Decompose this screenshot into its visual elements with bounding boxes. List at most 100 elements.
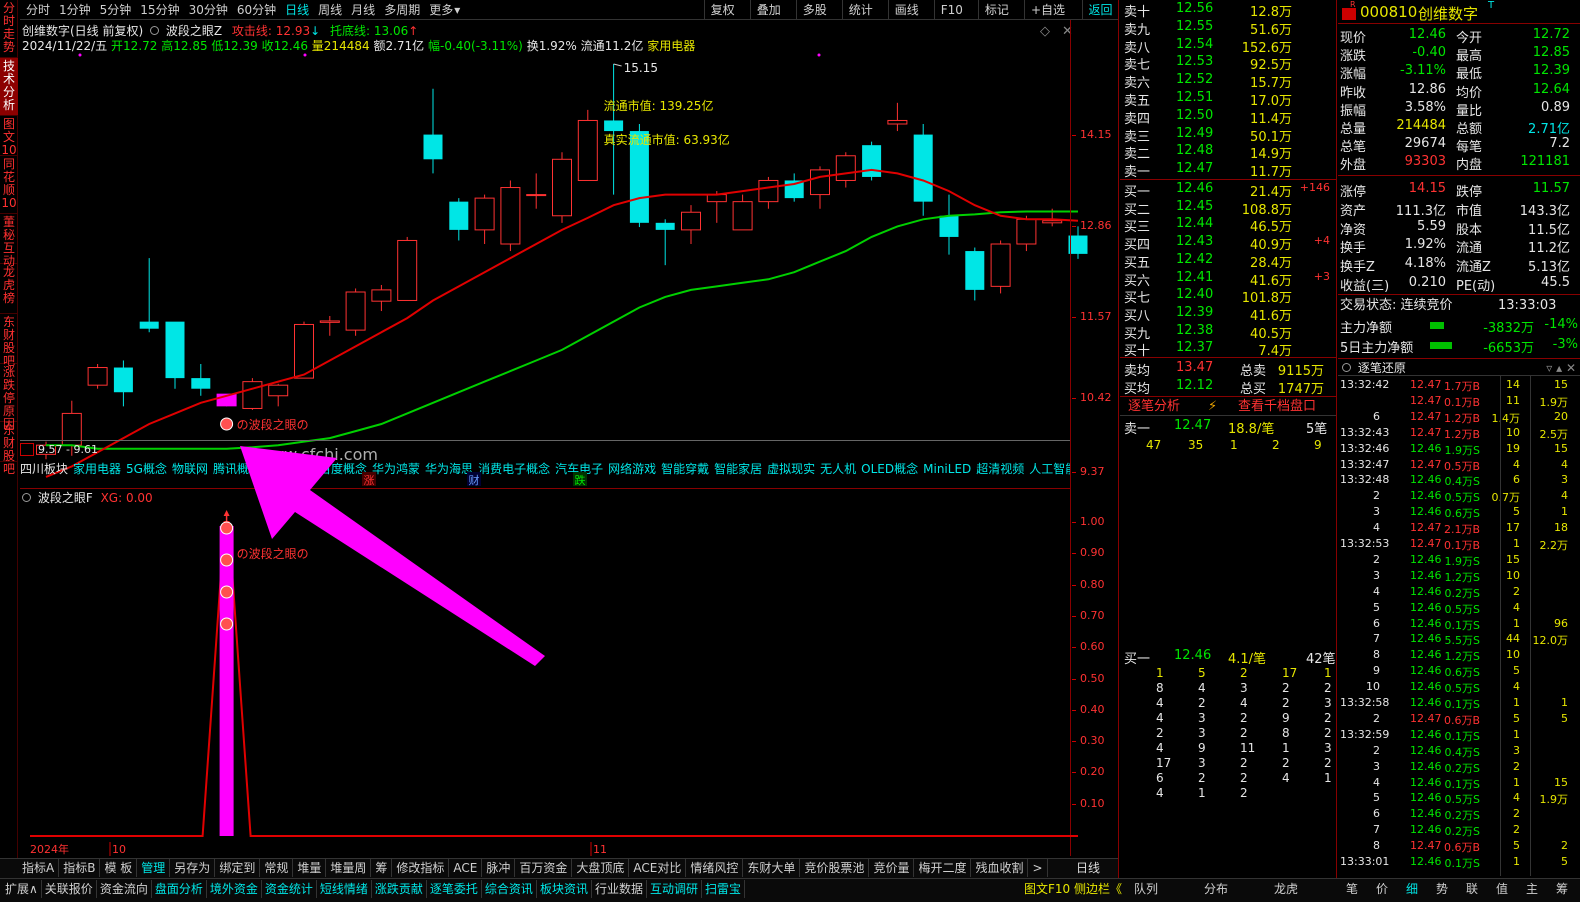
close-pane-icon[interactable]: ✕ [1062, 24, 1073, 39]
detail-tab-5[interactable]: 值 [1496, 880, 1508, 898]
indicator-tab-3[interactable]: 管理 [137, 859, 171, 877]
indicator-settings-icon[interactable] [150, 26, 160, 35]
tool-button-4[interactable]: 画线 [887, 0, 925, 20]
detail-tab-6[interactable]: 主 [1526, 880, 1538, 898]
sub-indicator-settings-icon[interactable] [22, 493, 31, 502]
indicator-tab-14[interactable]: 大盘顶底 [572, 859, 630, 877]
sell-level-4[interactable]: 卖六 12.52 15.7万 [1122, 72, 1332, 91]
bottom-tab-12[interactable]: 互动调研 [647, 880, 702, 898]
bottom-tab-11[interactable]: 行业数据 [592, 880, 647, 898]
left-tab-4[interactable]: 董秘互动 [0, 214, 18, 268]
indicator-tab-8[interactable]: 堆量周 [326, 859, 372, 877]
indicator-tab-11[interactable]: ACE [449, 859, 483, 877]
concept-tag-15[interactable]: 无人机 [820, 462, 856, 476]
depth-view-tab[interactable]: 查看千档盘口 [1238, 397, 1316, 417]
tool-button-5[interactable]: F10 [933, 0, 969, 20]
indicator-tab-19[interactable]: 竞价量 [869, 859, 915, 877]
concept-tag-2[interactable]: 5G概念 [126, 462, 167, 476]
buy-level-6[interactable]: 买七 12.40 101.8万 [1122, 287, 1332, 306]
concept-tag-17[interactable]: MiniLED [923, 462, 971, 476]
sub-indicator-chart[interactable]: の波段之眼の2024年 10 11 [20, 506, 1118, 858]
indicator-tab-18[interactable]: 竞价股票池 [800, 859, 870, 877]
candlestick-chart[interactable]: の波段之眼の15.15流通市值: 139.25亿真实流通市值: 63.93亿 [20, 52, 1118, 488]
concept-tag-18[interactable]: 超清视频 [976, 462, 1024, 476]
buy-level-8[interactable]: 买九 12.38 40.5万 [1122, 323, 1332, 342]
bottom-tab-9[interactable]: 综合资讯 [482, 880, 537, 898]
tool-button-1[interactable]: 叠加 [749, 0, 787, 20]
indicator-tab-12[interactable]: 脉冲 [482, 859, 516, 877]
buy-level-5[interactable]: 买六 12.41 41.6万 +3 [1122, 270, 1332, 289]
bottom-tab-6[interactable]: 短线情绪 [317, 880, 372, 898]
period-tab-9[interactable]: 多周期 [384, 3, 420, 17]
period-tab-2[interactable]: 5分钟 [100, 3, 132, 17]
indicator-tab-20[interactable]: 梅开二度 [914, 859, 972, 877]
bottom-tab-1[interactable]: 关联报价 [42, 880, 97, 898]
indicator-tab-6[interactable]: 常规 [260, 859, 294, 877]
tick-analysis-tab[interactable]: 逐笔分析 [1128, 397, 1180, 417]
sell-level-8[interactable]: 卖二 12.48 14.9万 [1122, 143, 1332, 162]
buy-level-1[interactable]: 买二 12.45 108.8万 [1122, 199, 1332, 218]
buy-level-9[interactable]: 买十 12.37 7.4万 [1122, 340, 1332, 359]
indicator-tab-13[interactable]: 百万资金 [515, 859, 573, 877]
lightning-icon[interactable]: ⚡ [1208, 397, 1217, 417]
concept-tag-14[interactable]: 虚拟现实 [767, 462, 815, 476]
bottom-tab-8[interactable]: 逐笔委托 [427, 880, 482, 898]
sidebar-toggle[interactable]: 图文F10 侧边栏《 [1024, 880, 1122, 898]
indicator-tab-16[interactable]: 情绪风控 [686, 859, 744, 877]
scroll-right-icon[interactable]: > [1028, 859, 1048, 877]
queue-tab-2[interactable]: 龙虎 [1274, 880, 1298, 898]
ticks-menu-icons[interactable]: ▿ ▴ ✕ [1546, 359, 1576, 377]
sell-level-1[interactable]: 卖九 12.55 51.6万 [1122, 19, 1332, 38]
period-tab-4[interactable]: 30分钟 [189, 3, 228, 17]
indicator-tab-15[interactable]: ACE对比 [629, 859, 687, 877]
left-tab-7[interactable]: 涨跌停原因 [0, 364, 18, 431]
bottom-tab-7[interactable]: 涨跌贡献 [372, 880, 427, 898]
concept-tag-11[interactable]: 网络游戏 [608, 462, 656, 476]
ticks-settings-icon[interactable] [1342, 363, 1351, 372]
more-chevron-icon[interactable]: ▾ [454, 3, 460, 17]
detail-tab-0[interactable]: 笔 [1346, 880, 1358, 898]
bottom-tab-10[interactable]: 板块资讯 [537, 880, 592, 898]
concept-tag-12[interactable]: 智能穿戴 [661, 462, 709, 476]
indicator-tab-21[interactable]: 残血收割 [971, 859, 1029, 877]
indicator-tab-10[interactable]: 修改指标 [392, 859, 450, 877]
detail-tab-3[interactable]: 势 [1436, 880, 1448, 898]
queue-tab-0[interactable]: 队列 [1134, 880, 1158, 898]
concept-tag-19[interactable]: 人工智能 [1029, 462, 1070, 476]
buy-level-0[interactable]: 买一 12.46 21.4万 +146 [1122, 181, 1332, 200]
indicator-tab-9[interactable]: 筹 [371, 859, 393, 877]
indicator-tab-4[interactable]: 另存为 [170, 859, 216, 877]
detail-tab-7[interactable]: 筹 [1556, 880, 1568, 898]
period-tab-10[interactable]: 更多 [429, 3, 453, 17]
sell-level-3[interactable]: 卖七 12.53 92.5万 [1122, 54, 1332, 73]
sell-level-7[interactable]: 卖三 12.49 50.1万 [1122, 126, 1332, 145]
indicator-tab-0[interactable]: 指标A [18, 859, 60, 877]
bottom-tab-0[interactable]: 扩展∧ [2, 880, 42, 898]
sell-level-6[interactable]: 卖四 12.50 11.4万 [1122, 108, 1332, 127]
period-tab-6[interactable]: 日线 [285, 3, 309, 17]
indicator-tab-1[interactable]: 指标B [59, 859, 101, 877]
event-fall-badge[interactable]: 跌 [573, 472, 587, 487]
left-tab-3[interactable]: 同花顺10 [0, 156, 18, 214]
left-tab-8[interactable]: 东财股吧 [0, 422, 18, 476]
diamond-icon[interactable]: ◇ [1040, 24, 1050, 39]
tool-button-0[interactable]: 复权 [703, 0, 741, 20]
bottom-tab-2[interactable]: 资金流向 [97, 880, 152, 898]
detail-tab-1[interactable]: 价 [1376, 880, 1388, 898]
bottom-tab-5[interactable]: 资金统计 [262, 880, 317, 898]
tool-button-3[interactable]: 统计 [841, 0, 879, 20]
indicator-tab-5[interactable]: 绑定到 [215, 859, 261, 877]
left-tab-5[interactable]: 龙虎榜 [0, 264, 18, 314]
period-tab-7[interactable]: 周线 [318, 3, 342, 17]
left-tab-6[interactable]: 东财股吧 [0, 314, 18, 368]
bottom-tab-13[interactable]: 扫雷宝 [702, 880, 745, 898]
bottom-tab-3[interactable]: 盘面分析 [152, 880, 207, 898]
sell-level-9[interactable]: 卖一 12.47 11.7万 [1122, 161, 1332, 180]
period-tab-8[interactable]: 月线 [351, 3, 375, 17]
sell-level-2[interactable]: 卖八 12.54 152.6万 [1122, 37, 1332, 56]
concept-tag-16[interactable]: OLED概念 [861, 462, 918, 476]
period-tab-1[interactable]: 1分钟 [59, 3, 91, 17]
bottom-tab-4[interactable]: 境外资金 [207, 880, 262, 898]
detail-tab-2[interactable]: 细 [1406, 880, 1418, 898]
period-tab-0[interactable]: 分时 [26, 3, 50, 17]
